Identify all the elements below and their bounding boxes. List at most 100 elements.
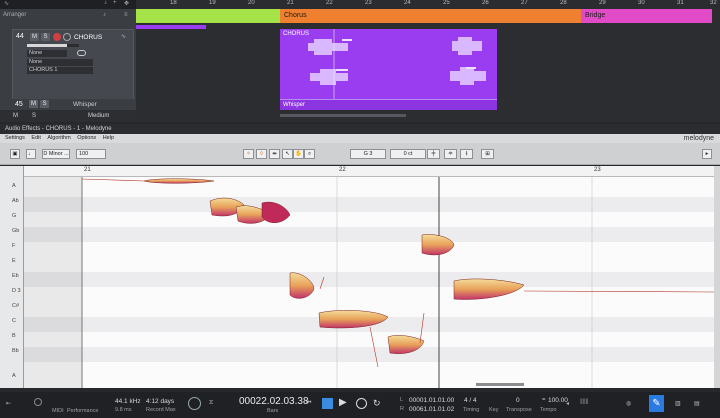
track-45-header[interactable]: 45 M S Whisper [12,99,134,110]
input-select[interactable]: None [27,50,67,57]
pitch-tool-icon[interactable]: ✧ [243,149,254,159]
volume-fader[interactable] [27,44,79,47]
ruler-number: 31 [677,0,684,6]
menu-help[interactable]: Help [103,134,114,143]
ruler-number: 32 [710,0,717,6]
zoom-tool-icon[interactable]: ⌕ [304,149,315,159]
ruler-number: 18 [170,0,177,6]
wave-icon[interactable]: ∿ [4,0,9,7]
position-display[interactable]: 00022.02.03.38 [239,396,309,407]
expand-icon[interactable]: ▸ [702,149,712,159]
record-button[interactable] [356,398,367,409]
tempo-value[interactable]: 100.00 [548,397,568,404]
ruler-number: 27 [521,0,528,6]
sample-rate: 44.1 kHz [115,398,141,405]
loop-record-icon[interactable]: ⧖ [209,400,213,407]
bar-number: 22 [339,167,346,173]
track-44-header[interactable]: 44 M S CHORUS ∿ None None CHORUS 1 [12,29,134,102]
amplitude-tool-icon[interactable]: ◊ [256,149,267,159]
time-signature[interactable]: 4 / 4 [464,397,477,404]
vertical-scrollbar[interactable] [714,166,720,388]
loop-icon[interactable]: ↻ [373,398,381,409]
volume-knob-icon[interactable]: ◍ [626,400,631,407]
note-icon[interactable]: ♪ [103,12,106,18]
chorus-audio-clip[interactable]: CHORUS [280,29,497,110]
speaker-icon[interactable]: ◂ [566,400,569,407]
arranger-section-bridge[interactable]: Bridge [581,9,712,23]
mute-button[interactable]: M [30,33,39,41]
menu-bar: Settings Edit Algorithm Options Help [0,134,720,143]
latency: 9.8 ms [115,407,132,413]
menu-options[interactable]: Options [77,134,96,143]
cents-field[interactable]: 0 ct [390,149,426,159]
back-arrow-icon[interactable]: ⇤ [6,400,11,407]
play-button[interactable]: ▶ [339,397,347,408]
toggle-switch[interactable] [77,50,86,56]
time-macro-icon[interactable]: ⊞ [481,149,494,159]
hand-tool-icon[interactable]: ✋ [293,149,304,159]
record-time: 4:12 days [146,398,175,405]
bar-ruler[interactable]: 21 22 23 [24,166,714,177]
pitch-keyboard[interactable]: A Ab G Gb F E Eb D 3 C# C B Bb A [0,166,24,388]
note-editor-grid[interactable] [24,177,714,388]
editor-horizontal-scrollbar[interactable] [476,383,524,386]
loop-start[interactable]: 00001.01.01.00 [409,397,454,404]
pointer-tool-icon[interactable]: ↖ [282,149,293,159]
monitor-button[interactable] [63,33,71,41]
solo-button[interactable]: S [41,33,50,41]
menu-algorithm[interactable]: Algorithm [47,134,70,143]
tempo-prefix-icon: = [542,397,546,403]
quantize-macro-icon[interactable]: ⫲ [460,149,473,159]
global-solo[interactable]: S [32,113,36,119]
rewind-icon[interactable]: ⏮ [306,400,311,407]
pitch-label: A [12,183,16,189]
loop-right-label: R [400,406,404,412]
tempo-field[interactable]: 100 [76,149,106,159]
output-select[interactable]: None [27,59,93,66]
track-size-select[interactable]: Medium [88,113,109,119]
transpose-label: Transpose [506,407,532,413]
pitch-blobs [81,177,714,388]
list-icon[interactable]: ≡ [124,12,128,18]
window-title: Audio Effects - CHORUS - 1 - Melodyne [0,124,720,134]
ruler-number: 28 [560,0,567,6]
track-name[interactable]: CHORUS [74,34,102,41]
scale-select[interactable]: D Minor ... [42,149,70,159]
note-pitch-field[interactable]: G 3 [350,149,386,159]
menu-edit[interactable]: Edit [31,134,40,143]
time-tool-icon[interactable]: ⇹ [269,149,280,159]
track-name[interactable]: Whisper [73,101,97,108]
melodyne-toolbar: ▣ ♩ D Minor ... 100 ✧ ◊ ⇹ ↖ ✋ ⌕ G 3 0 ct… [0,143,720,165]
mute-button[interactable]: M [29,100,38,108]
transpose-value[interactable]: 0 [516,397,520,404]
browse-icon[interactable]: ▤ [694,400,700,407]
global-mute[interactable]: M [13,113,18,119]
solo-button[interactable]: S [40,100,49,108]
note-icon[interactable]: ♪ [104,0,107,6]
record-arm-button[interactable] [53,33,61,41]
move-icon[interactable]: ✥ [124,0,129,7]
tuning-fork-icon[interactable]: ♩ [26,149,36,159]
metronome-icon[interactable] [188,397,201,410]
mixer-icon[interactable]: ▥ [675,400,681,407]
layout-icon[interactable]: ▣ [10,149,20,159]
timeline-ruler[interactable]: 18 19 20 21 22 23 24 25 26 27 28 29 30 3… [136,0,720,9]
pitch-center-macro-icon[interactable]: ╪ [427,149,440,159]
pitch-label: Ab [12,198,19,204]
ruler-number: 24 [404,0,411,6]
channel-select[interactable]: CHORUS 1 [27,67,93,74]
arranger-section[interactable] [136,9,280,23]
edit-pen-icon[interactable]: ✎ [649,395,664,412]
whisper-audio-clip[interactable]: Whisper [280,99,497,110]
pitch-label: G [12,213,17,219]
arranger-section-chorus[interactable]: Chorus [280,9,581,23]
clip-waveform [308,29,486,99]
pitch-drift-macro-icon[interactable]: ≑ [444,149,457,159]
loop-end[interactable]: 00061.01.01.02 [409,406,454,413]
stop-button[interactable] [322,398,333,409]
tempo-label: Tempo [540,407,557,413]
menu-settings[interactable]: Settings [5,134,25,143]
horizontal-scrollbar[interactable] [280,114,406,117]
add-icon[interactable]: + [113,0,117,6]
clip-fragment[interactable] [136,25,206,29]
